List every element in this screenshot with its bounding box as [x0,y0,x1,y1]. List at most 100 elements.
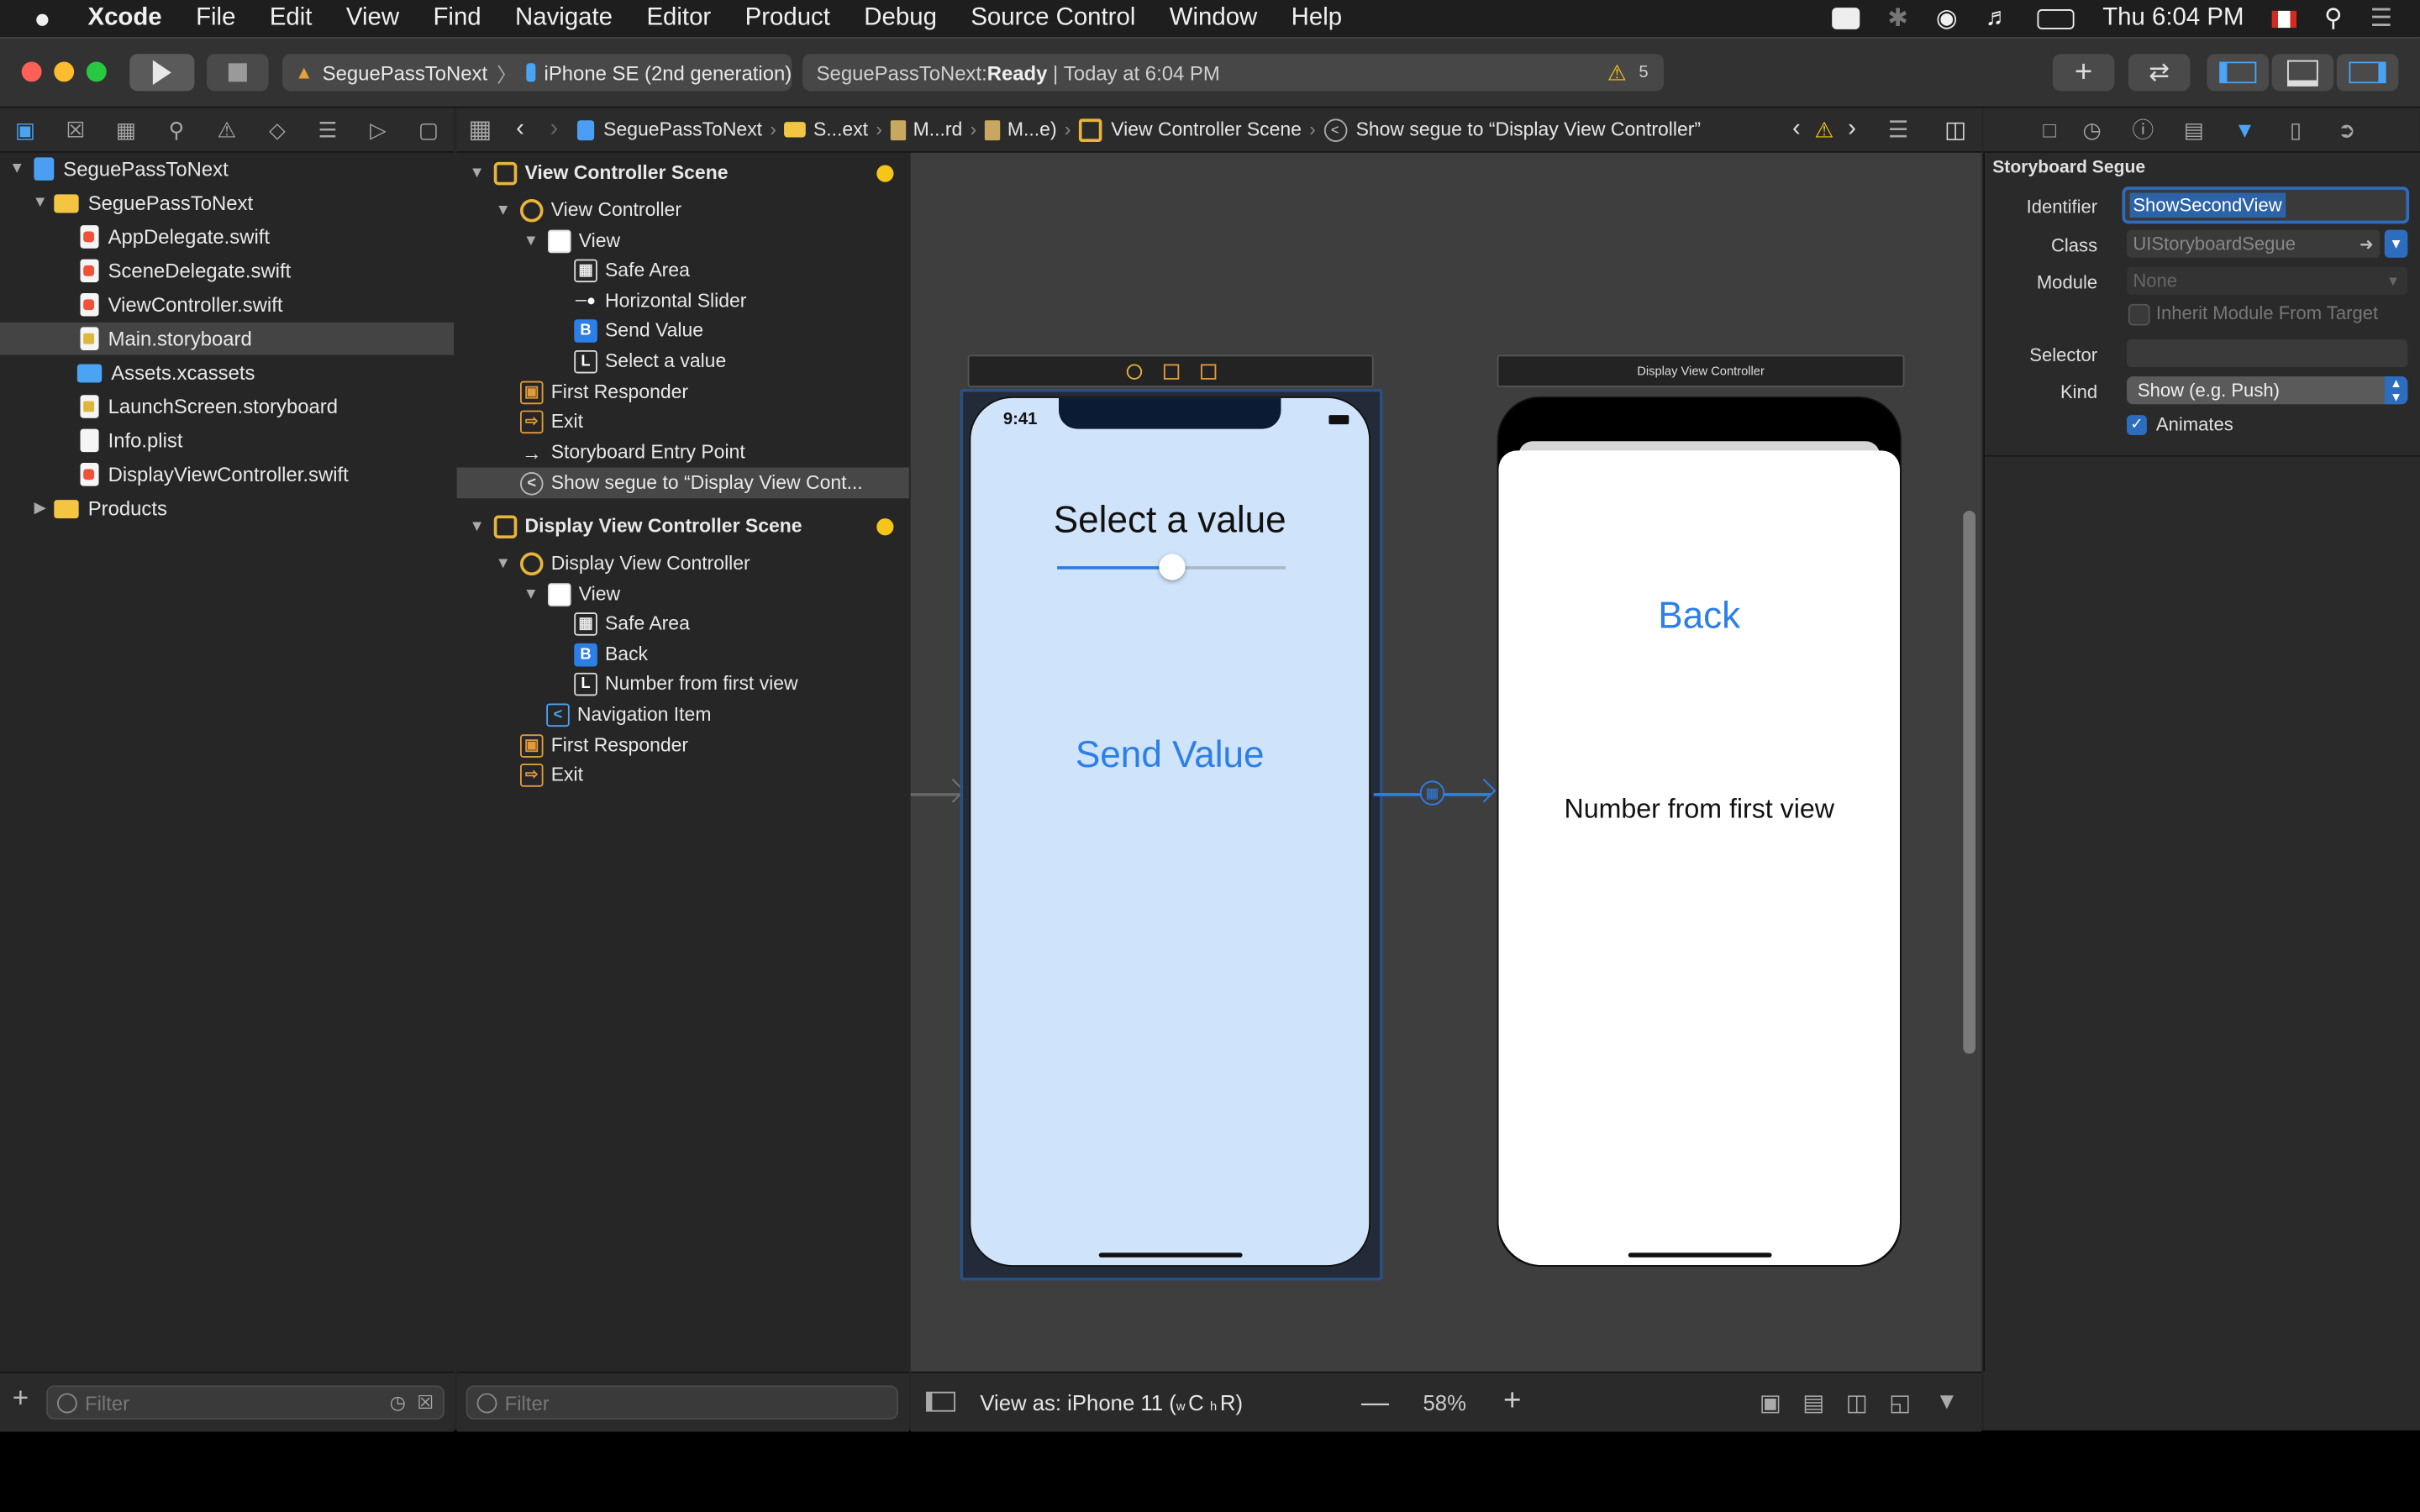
view-as-device-button[interactable]: View as: iPhone 11 (w Ch R) [980,1390,1243,1415]
arrow-circle-right-icon[interactable]: ➜ [2360,234,2374,254]
scene-warning-badge-icon[interactable] [876,517,894,535]
jump-crumb-segue[interactable]: Show segue to “Display View Controller” [1356,118,1701,140]
test-navigator-icon[interactable]: ◇ [252,117,302,143]
align-icon[interactable]: ◫ [1846,1389,1868,1416]
close-window-button[interactable] [21,61,42,82]
outline-item-exit-2[interactable]: ⇨ Exit [457,759,909,790]
add-constraints-icon[interactable]: ◱ [1889,1389,1911,1416]
menu-product[interactable]: Product [745,5,830,33]
disclosure-open-icon[interactable]: ▼ [496,202,511,218]
jump-crumb-file[interactable]: M...rd [913,118,963,140]
disclosure-open-icon[interactable]: ▼ [496,554,511,571]
source-control-filter-icon[interactable]: ☒ [417,1392,434,1414]
outline-item-safe-area[interactable]: ▦ Safe Area [457,255,909,286]
first-responder-dock-icon[interactable] [1162,363,1179,379]
disclosure-open-icon[interactable]: ▼ [33,194,48,211]
jump-crumb-group[interactable]: S...ext [813,118,868,140]
menu-file[interactable]: File [196,5,235,33]
select-value-label[interactable]: Select a value [971,500,1369,543]
scheme-name[interactable]: SeguePassToNext [323,61,487,85]
disclosure-closed-icon[interactable]: ▶ [33,500,48,517]
nav-item-project[interactable]: ▼ SeguePassToNext [0,153,454,186]
segue-badge-icon[interactable]: ▦ [1419,780,1445,806]
identifier-field[interactable]: ShowSecondView [2122,186,2410,224]
navigator-filter-field[interactable]: Filter ◷ ☒ [46,1385,445,1420]
nav-item-main-storyboard[interactable]: Main.storyboard [0,322,454,355]
jump-crumb-project[interactable]: SeguePassToNext [603,118,762,140]
menu-window[interactable]: Window [1170,5,1258,33]
outline-item-exit[interactable]: ⇨ Exit [457,406,909,437]
scene-dock[interactable] [967,354,1374,388]
find-navigator-icon[interactable]: ⚲ [151,117,202,143]
jump-crumb-variant[interactable]: M...e) [1007,118,1057,140]
nav-item-infoplist[interactable]: Info.plist [0,424,454,457]
back-arrow-icon[interactable]: ‹ [503,116,537,144]
zoom-in-button[interactable]: + [1503,1384,1521,1420]
outline-item-safe-area-2[interactable]: ▦ Safe Area [457,608,909,639]
horizontal-slider[interactable] [1057,554,1286,580]
jump-warning-icon[interactable]: ⚠ [1812,117,1836,143]
menu-app-xcode[interactable]: Xcode [87,5,161,33]
apple-menu-icon[interactable]: ● [34,3,50,35]
outline-filter-field[interactable]: Filter [466,1385,898,1420]
outline-scene-display-view-controller[interactable]: ▼ Display View Controller Scene [457,511,909,542]
device-name[interactable]: iPhone SE (2nd generation) [544,61,792,85]
source-control-navigator-icon[interactable]: ☒ [50,117,101,143]
class-field[interactable]: UIStoryboardSegue ➜ [2127,229,2381,258]
menu-find[interactable]: Find [433,5,481,33]
outline-item-first-responder[interactable]: ▣ First Responder [457,376,909,407]
previous-issue-icon[interactable]: ‹ [1784,116,1808,144]
toggle-navigator-button[interactable] [2207,54,2269,92]
facetime-icon[interactable] [1832,8,1860,29]
outline-item-view-controller[interactable]: ▼ View Controller [457,194,909,225]
outline-scene-view-controller[interactable]: ▼ View Controller Scene [457,157,909,188]
identity-inspector-icon[interactable]: ▤ [2169,117,2220,143]
toggle-debug-area-button[interactable] [2271,54,2334,92]
class-dropdown-button[interactable]: ▼ [2384,229,2408,258]
size-inspector-icon[interactable]: ▯ [2270,117,2322,143]
menu-navigate[interactable]: Navigate [515,5,613,33]
toggle-inspector-button[interactable] [2336,54,2399,92]
scene-warning-badge-icon[interactable] [876,164,894,181]
history-inspector-icon[interactable]: ◷ [2066,117,2118,143]
exit-dock-icon[interactable] [1200,363,1216,379]
zoom-out-button[interactable]: — [1361,1387,1389,1420]
outline-item-view[interactable]: ▼ View [457,225,909,256]
outline-item-select-label[interactable]: L Select a value [457,345,909,376]
selector-field[interactable] [2127,339,2408,368]
bluetooth-icon[interactable]: ✱ [1887,3,1908,34]
phone-screen-view-controller[interactable]: 9:41 Select a value Send Value [969,396,1371,1267]
outline-item-navigation-item[interactable]: < Navigation Item [457,699,909,730]
attributes-inspector-icon[interactable]: ▼ [2219,118,2270,142]
forward-arrow-icon[interactable]: › [537,116,571,144]
module-field[interactable]: None ▼ [2127,266,2408,295]
battery-icon[interactable] [2038,8,2075,29]
menu-debug[interactable]: Debug [864,5,937,33]
zoom-level[interactable]: 58% [1423,1390,1465,1415]
menu-source-control[interactable]: Source Control [971,5,1135,33]
report-navigator-icon[interactable]: ▢ [403,117,454,143]
flag-icon[interactable] [2271,9,2296,28]
outline-item-display-view-controller[interactable]: ▼ Display View Controller [457,548,909,579]
add-file-button[interactable]: + [13,1383,29,1415]
outline-item-view-2[interactable]: ▼ View [457,579,909,610]
back-button[interactable]: Back [1498,596,1900,638]
nav-item-launchscreen[interactable]: LaunchScreen.storyboard [0,391,454,423]
nav-item-displayviewcontroller[interactable]: DisplayViewController.swift [0,459,454,491]
send-value-button[interactable]: Send Value [971,734,1369,777]
scene-title-bar[interactable]: Display View Controller [1497,354,1905,388]
embed-in-icon[interactable]: ▤ [1802,1389,1824,1416]
wifi-icon[interactable]: ◉ [1936,3,1958,34]
debug-navigator-icon[interactable]: ☰ [302,117,353,143]
scheme-selector[interactable]: ▲ SeguePassToNext 〉 iPhone SE (2nd gener… [282,54,792,92]
file-inspector-icon[interactable]: □ [2033,118,2066,142]
minimize-window-button[interactable] [54,61,75,82]
kind-popup[interactable]: Show (e.g. Push) ▲ ▼ [2127,376,2408,405]
outline-item-first-responder-2[interactable]: ▣ First Responder [457,730,909,761]
disclosure-open-icon[interactable]: ▼ [9,160,24,177]
recent-files-icon[interactable]: ◷ [390,1392,406,1414]
connections-inspector-icon[interactable]: ➲ [2321,117,2372,143]
toggle-outline-icon[interactable] [926,1391,955,1412]
outline-item-segue[interactable]: < Show segue to “Display View Cont... [456,467,909,499]
view-controller-dock-icon[interactable] [1125,363,1142,379]
